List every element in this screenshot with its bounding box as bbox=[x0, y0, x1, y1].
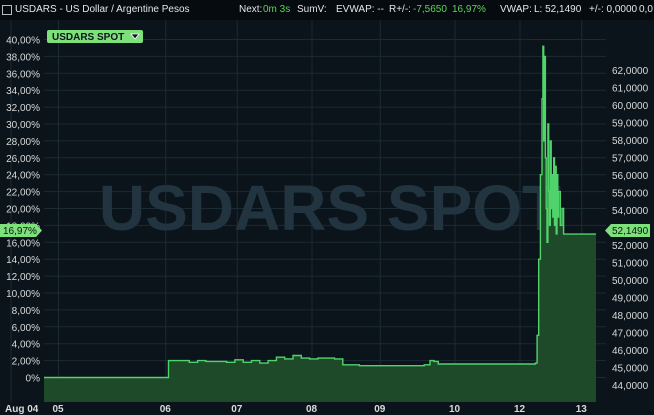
right-value-badge: 52,1490 bbox=[605, 224, 650, 237]
y-left-tick-label: 12,00% bbox=[6, 272, 40, 283]
vwap-label: VWAP: bbox=[500, 4, 532, 15]
y-right-tick-label: 48,0000 bbox=[612, 311, 649, 322]
right-value-text: 52,1490 bbox=[612, 226, 649, 237]
y-left-tick-label: 38,00% bbox=[6, 52, 40, 63]
y-left-tick-label: 0% bbox=[26, 374, 41, 385]
last-label: L: 52,1490 bbox=[534, 4, 582, 15]
rpm-label: R+/-: bbox=[389, 4, 411, 15]
y-left-tick-label: 26,00% bbox=[6, 154, 40, 165]
extra-value: 0,0 bbox=[639, 4, 653, 15]
y-right-tick-label: 55,0000 bbox=[612, 189, 649, 200]
y-right-tick-label: 47,0000 bbox=[612, 329, 649, 340]
y-left-tick-label: 20,00% bbox=[6, 205, 40, 216]
y-left-tick-label: 16,00% bbox=[6, 238, 40, 249]
y-right-tick-label: 56,0000 bbox=[612, 171, 649, 182]
y-right-tick-label: 51,0000 bbox=[612, 259, 649, 270]
next-value: 0m 3s bbox=[263, 4, 291, 15]
y-left-tick-label: 4,00% bbox=[12, 340, 40, 351]
y-left-tick-label: 22,00% bbox=[6, 188, 40, 199]
left-value-badge: 16,97% bbox=[0, 224, 42, 237]
price-chart[interactable]: USDARS SPOT 0% 2,00% 4,00% 6,00% 8,00% 10,00%… bbox=[0, 20, 654, 415]
x-tick-label: 07 bbox=[231, 404, 243, 415]
x-tick-label: 12 bbox=[514, 404, 526, 415]
x-tick-label: 13 bbox=[576, 404, 588, 415]
window-title: USDARS - US Dollar / Argentine Pesos bbox=[15, 4, 190, 15]
y-right-tick-label: 59,0000 bbox=[612, 119, 649, 130]
y-left-tick-label: 36,00% bbox=[6, 69, 40, 80]
y-right-tick-label: 60,0000 bbox=[612, 101, 649, 112]
left-axis: 0% 2,00% 4,00% 6,00% 8,00% 10,00% 12,00% 14,00%… bbox=[6, 36, 40, 385]
y-right-tick-label: 61,0000 bbox=[612, 84, 649, 95]
rpm-pct: 16,97% bbox=[452, 4, 486, 15]
y-left-tick-label: 2,00% bbox=[12, 357, 40, 368]
x-tick-label: Aug 04 bbox=[5, 404, 39, 415]
y-left-tick-label: 8,00% bbox=[12, 306, 40, 317]
change-label: +/-: 0,0000 bbox=[589, 4, 638, 15]
y-left-tick-label: 32,00% bbox=[6, 103, 40, 114]
watermark: USDARS SPOT bbox=[99, 172, 561, 244]
y-left-tick-label: 10,00% bbox=[6, 289, 40, 300]
sumv-label: SumV: bbox=[297, 4, 327, 15]
title-bar: USDARS - US Dollar / Argentine Pesos Nex… bbox=[0, 0, 654, 20]
y-left-tick-label: 6,00% bbox=[12, 323, 40, 334]
legend-label: USDARS SPOT bbox=[52, 32, 124, 43]
evwap-label: EVWAP: -- bbox=[336, 4, 384, 15]
x-tick-label: 06 bbox=[160, 404, 172, 415]
x-tick-label: 10 bbox=[449, 404, 461, 415]
rpm-value: -7,5650 bbox=[413, 4, 447, 15]
x-tick-label: 08 bbox=[306, 404, 318, 415]
y-right-tick-label: 54,0000 bbox=[612, 206, 649, 217]
x-tick-label: 05 bbox=[53, 404, 65, 415]
next-label: Next: bbox=[239, 4, 263, 15]
legend-badge[interactable]: USDARS SPOT bbox=[47, 30, 143, 43]
y-right-tick-label: 57,0000 bbox=[612, 154, 649, 165]
y-right-tick-label: 52,0000 bbox=[612, 241, 649, 252]
y-left-tick-label: 24,00% bbox=[6, 171, 40, 182]
y-right-tick-label: 44,0000 bbox=[612, 381, 649, 392]
y-left-tick-label: 34,00% bbox=[6, 86, 40, 97]
y-right-tick-label: 58,0000 bbox=[612, 136, 649, 147]
y-left-tick-label: 30,00% bbox=[6, 120, 40, 131]
x-tick-label: 09 bbox=[374, 404, 386, 415]
y-left-tick-label: 40,00% bbox=[6, 36, 40, 47]
left-value-text: 16,97% bbox=[3, 226, 37, 237]
y-right-tick-label: 49,0000 bbox=[612, 294, 649, 305]
y-right-tick-label: 45,0000 bbox=[612, 364, 649, 375]
y-left-tick-label: 28,00% bbox=[6, 137, 40, 148]
y-left-tick-label: 14,00% bbox=[6, 255, 40, 266]
square-checkbox-icon[interactable] bbox=[2, 5, 12, 15]
y-right-tick-label: 62,0000 bbox=[612, 66, 649, 77]
y-right-tick-label: 50,0000 bbox=[612, 276, 649, 287]
y-right-tick-label: 46,0000 bbox=[612, 346, 649, 357]
